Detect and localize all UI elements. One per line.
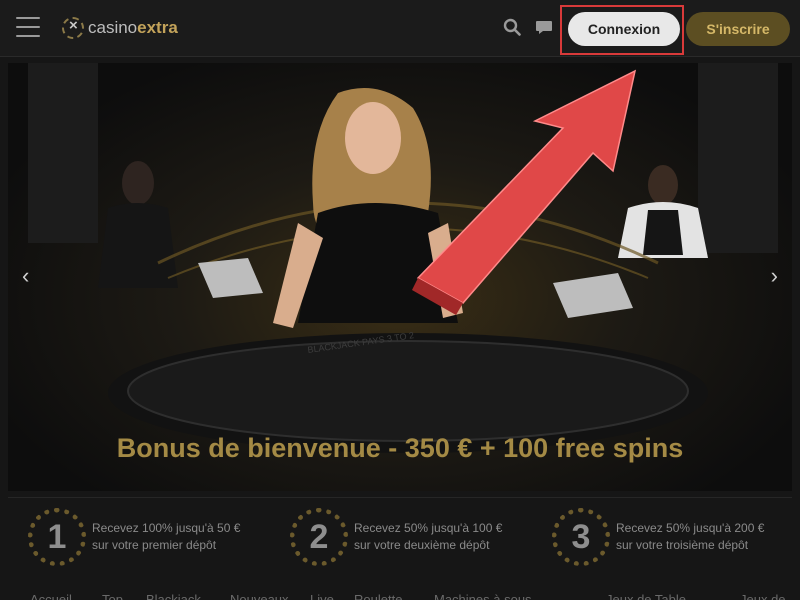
step-line1: Recevez 50% jusqu'à 200 € — [616, 521, 765, 535]
hero-illustration: BLACKJACK PAYS 3 TO 2 — [28, 63, 778, 453]
menu-icon[interactable] — [16, 17, 40, 37]
nav-item[interactable]: Nouveaux — [230, 592, 289, 600]
step-number-badge: 2 — [290, 508, 348, 566]
bonus-title: Bonus de bienvenue - 350 € + 100 free sp… — [116, 433, 684, 463]
step-line1: Recevez 100% jusqu'à 50 € — [92, 521, 241, 535]
hero-banner: BLACKJACK PAYS 3 TO 2 ‹ › Bonus de bienv… — [8, 63, 792, 491]
nav-item[interactable]: Jeux de Table — [606, 592, 686, 600]
logo-icon — [62, 17, 84, 39]
logo-suffix: extra — [137, 18, 178, 37]
logo-prefix: casino — [88, 18, 138, 37]
page: casinoextra Connexion S'inscrire — [0, 0, 800, 600]
nav-item[interactable]: Live — [310, 592, 334, 600]
search-icon[interactable] — [503, 18, 521, 36]
signup-button[interactable]: S'inscrire — [686, 12, 790, 46]
nav-item[interactable]: Top — [102, 592, 123, 600]
nav-item[interactable]: Blackjack — [146, 592, 201, 600]
step-line2: sur votre troisième dépôt — [616, 538, 749, 552]
bottom-nav: Accueil Top Blackjack Nouveaux Live Roul… — [0, 590, 800, 600]
carousel-prev-icon[interactable]: ‹ — [22, 263, 29, 289]
carousel-next-icon[interactable]: › — [771, 263, 778, 289]
step-line1: Recevez 50% jusqu'à 100 € — [354, 521, 503, 535]
step-line2: sur votre deuxième dépôt — [354, 538, 490, 552]
bonus-step-2: 2 Recevez 50% jusqu'à 100 € sur votre de… — [290, 506, 502, 568]
nav-item[interactable]: Accueil — [30, 592, 72, 600]
nav-item[interactable]: Roulette — [354, 592, 402, 600]
step-number-badge: 1 — [28, 508, 86, 566]
chat-icon[interactable] — [535, 18, 553, 36]
step-line2: sur votre premier dépôt — [92, 538, 217, 552]
nav-item[interactable]: Machines à sous — [434, 592, 532, 600]
login-button[interactable]: Connexion — [568, 12, 680, 46]
bonus-step-3: 3 Recevez 50% jusqu'à 200 € sur votre tr… — [552, 506, 764, 568]
top-header: casinoextra Connexion S'inscrire — [0, 0, 800, 57]
casino-logo[interactable]: casinoextra — [62, 15, 178, 41]
bonus-step-1: 1 Recevez 100% jusqu'à 50 € sur votre pr… — [28, 506, 240, 568]
step-number-badge: 3 — [552, 508, 610, 566]
nav-item[interactable]: Jeux de — [740, 592, 786, 600]
bonus-steps: 1 Recevez 100% jusqu'à 50 € sur votre pr… — [8, 497, 792, 579]
